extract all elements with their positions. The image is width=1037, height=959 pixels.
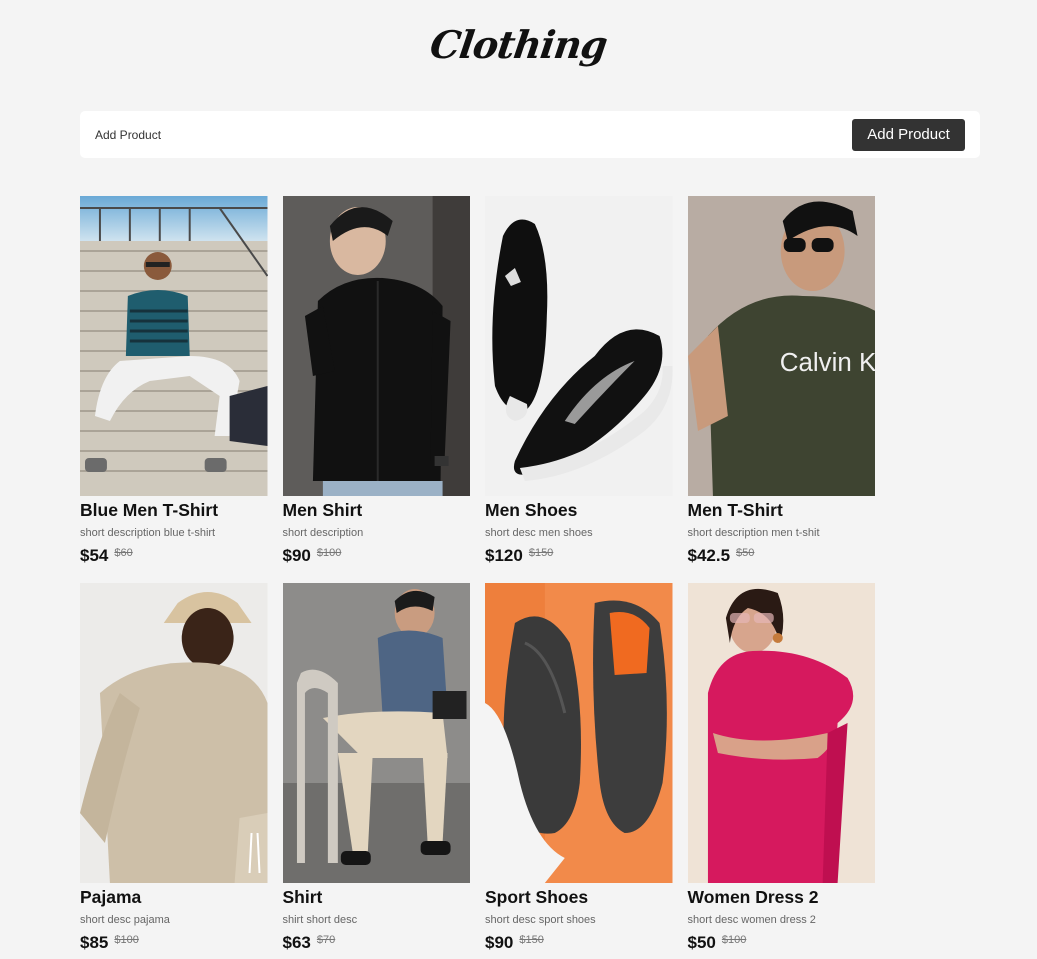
- product-price: $42.5: [687, 546, 731, 565]
- product-name[interactable]: Men Shoes: [485, 500, 673, 520]
- product-card[interactable]: Sport Shoes short desc sport shoes $90 $…: [485, 583, 673, 953]
- product-old-price: $100: [316, 547, 342, 559]
- product-card[interactable]: Calvin Kle Men T-Shirt short description…: [687, 196, 876, 566]
- product-description: short description men t-shit: [687, 527, 820, 539]
- tshirt-print-text: Calvin Kle: [779, 347, 875, 377]
- product-old-price: $150: [528, 547, 554, 559]
- product-description: shirt short desc: [282, 914, 358, 926]
- product-description: short desc men shoes: [485, 527, 593, 539]
- product-name[interactable]: Men Shirt: [283, 500, 471, 520]
- product-name[interactable]: Sport Shoes: [485, 887, 673, 907]
- product-image[interactable]: [485, 196, 673, 496]
- product-name[interactable]: Shirt: [283, 887, 471, 907]
- product-prices: $90 $150: [485, 933, 673, 953]
- product-price: $90: [485, 933, 514, 952]
- product-name[interactable]: Women Dress 2: [688, 887, 876, 907]
- product-image[interactable]: [80, 583, 268, 883]
- product-prices: $50 $100: [688, 933, 876, 953]
- product-card[interactable]: Men Shirt short description $90 $100: [282, 196, 471, 566]
- product-description: short description: [282, 527, 364, 539]
- product-name[interactable]: Blue Men T-Shirt: [80, 500, 268, 520]
- product-card[interactable]: Blue Men T-Shirt short description blue …: [80, 196, 268, 566]
- product-price: $63: [282, 933, 311, 952]
- product-price: $54: [80, 546, 109, 565]
- product-image[interactable]: [485, 583, 673, 883]
- product-description: short description blue t-shirt: [80, 527, 216, 539]
- product-image[interactable]: [282, 196, 470, 496]
- add-product-label: Add Product: [95, 127, 162, 142]
- product-image[interactable]: [687, 583, 875, 883]
- product-prices: $120 $150: [485, 546, 673, 566]
- product-name[interactable]: Pajama: [80, 887, 268, 907]
- product-old-price: $70: [316, 934, 336, 946]
- product-image[interactable]: Calvin Kle: [687, 196, 875, 496]
- product-description: short desc sport shoes: [485, 914, 596, 926]
- product-price: $90: [282, 546, 311, 565]
- product-prices: $42.5 $50: [688, 546, 876, 566]
- product-prices: $85 $100: [80, 933, 268, 953]
- product-old-price: $50: [736, 547, 755, 559]
- product-image[interactable]: [80, 196, 268, 496]
- add-product-button[interactable]: Add Product: [852, 118, 965, 151]
- add-product-bar: Add Product Add Product: [80, 111, 980, 158]
- product-name[interactable]: Men T-Shirt: [688, 500, 876, 520]
- product-card[interactable]: Men Shoes short desc men shoes $120 $150: [485, 196, 673, 566]
- product-image[interactable]: [282, 583, 470, 883]
- product-prices: $54 $60: [80, 546, 268, 566]
- product-old-price: $150: [519, 934, 544, 946]
- product-card[interactable]: Shirt shirt short desc $63 $70: [282, 583, 471, 953]
- product-description: short desc women dress 2: [687, 914, 816, 926]
- product-old-price: $60: [114, 547, 133, 559]
- product-prices: $63 $70: [283, 933, 471, 953]
- product-card[interactable]: Women Dress 2 short desc women dress 2 $…: [687, 583, 876, 953]
- product-old-price: $100: [721, 934, 747, 946]
- product-price: $50: [687, 933, 716, 952]
- product-old-price: $100: [114, 934, 139, 946]
- product-grid: Blue Men T-Shirt short description blue …: [80, 196, 875, 953]
- product-price: $120: [485, 546, 523, 565]
- site-logo[interactable]: Clothing: [0, 22, 1037, 67]
- product-prices: $90 $100: [283, 546, 471, 566]
- product-description: short desc pajama: [80, 914, 170, 926]
- product-price: $85: [80, 933, 109, 952]
- product-card[interactable]: Pajama short desc pajama $85 $100: [80, 583, 268, 953]
